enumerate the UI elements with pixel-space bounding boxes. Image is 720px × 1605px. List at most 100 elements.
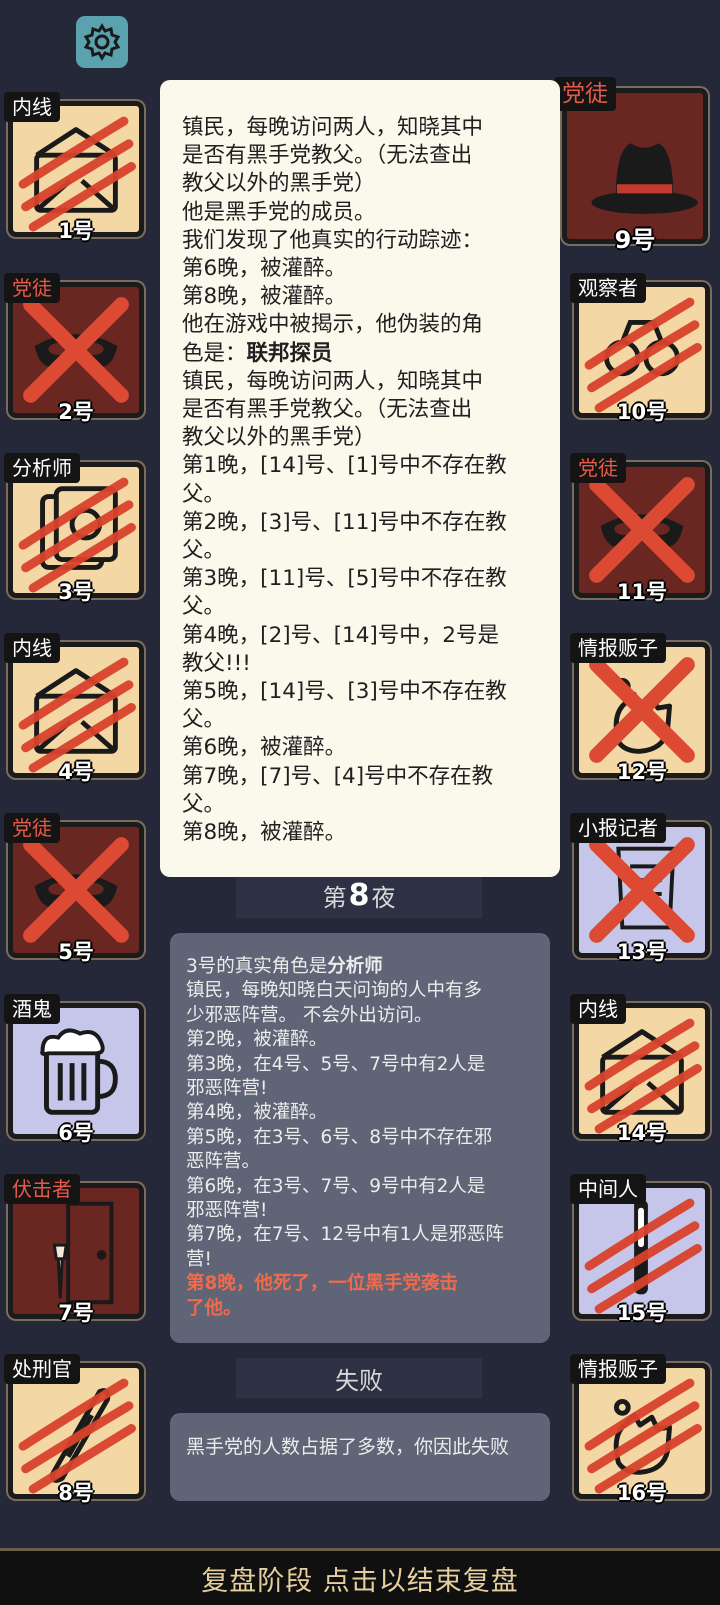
log-line: 恶阵营。 (186, 1151, 261, 1173)
player-card[interactable]: 内线 4号 (4, 633, 144, 784)
role-label: 酒鬼 (4, 994, 60, 1024)
role-label: 党徒 (570, 453, 626, 483)
popup-line: 父。 (182, 538, 226, 564)
player-card[interactable]: 党徒 2号 (4, 273, 144, 424)
popup-line: 第1晚，[14]号、[1]号中不存在教 (182, 453, 507, 479)
role-label: 情报贩子 (570, 1354, 666, 1384)
envelope-icon (584, 1018, 702, 1134)
role-label: 小报记者 (570, 813, 666, 843)
mask-icon (23, 297, 129, 403)
player-card[interactable]: 中间人 15号 (570, 1174, 710, 1325)
death-line: 了他。 (186, 1297, 242, 1319)
popup-line: 第8晚，被灌醉。 (182, 284, 347, 310)
player-card[interactable]: 分析师 3号 (4, 453, 144, 604)
night-suffix: 夜 (371, 883, 396, 912)
popup-line: 教父以外的黑手党） (182, 425, 376, 451)
player-card[interactable]: 党徒 5号 (4, 813, 144, 964)
envelope-icon (18, 657, 136, 773)
player-number: 9号 (614, 226, 656, 254)
log-line: 第4晚，被灌醉。 (186, 1102, 328, 1124)
player-card[interactable]: 观察者 10号 (570, 273, 710, 424)
death-notice: 第8晚，他死了，一位黑手党袭击 了他。 (186, 1272, 540, 1321)
binoculars-icon (584, 297, 702, 413)
popup-line: 教父以外的黑手党） (182, 171, 376, 197)
log-line: 镇民，每晚知晓白天问询的人中有多 (186, 980, 483, 1002)
player-number: 14号 (616, 1121, 668, 1145)
role-label: 党徒 (554, 77, 616, 111)
role-label: 内线 (4, 92, 60, 122)
role-label: 党徒 (4, 813, 60, 843)
player-card[interactable]: 情报贩子 16号 (570, 1354, 710, 1505)
result-title: 失败 (236, 1358, 482, 1398)
popup-line: 他是黑手党的成员。 (182, 199, 376, 225)
log-line: 第6晚，在3号、7号、9号中有2人是 (186, 1175, 486, 1197)
end-review-button[interactable]: 复盘阶段 点击以结束复盘 (0, 1548, 720, 1605)
player-number: 3号 (58, 580, 94, 604)
player-number: 7号 (58, 1301, 94, 1325)
result-text: 黑手党的人数占据了多数，你因此失败 (170, 1413, 550, 1501)
player-number: 13号 (616, 940, 668, 964)
hand-icon (589, 657, 695, 763)
player-card[interactable]: 酒鬼 6号 (4, 994, 144, 1145)
role-label: 处刑官 (4, 1354, 80, 1384)
popup-line: 父。 (182, 594, 226, 620)
log-title: 3号的真实角色是分析师 (186, 956, 383, 977)
role-label: 分析师 (4, 453, 80, 483)
log-line: 第2晚，被灌醉。 (186, 1029, 328, 1051)
log-line: 邪恶阵营! (186, 1200, 268, 1222)
player-card[interactable]: 党徒 11号 (570, 453, 710, 604)
gear-icon (83, 23, 121, 61)
popup-line: 镇民，每晚访问两人，知晓其中 (182, 115, 484, 140)
role-label: 情报贩子 (570, 633, 666, 663)
player-card[interactable]: 伏击者 7号 (4, 1174, 144, 1325)
log-line: 少邪恶阵营。 不会外出访问。 (186, 1004, 433, 1026)
role-detail-popup: 镇民，每晚访问两人，知晓其中 是否有黑手党教父。（无法查出 教父以外的黑手党） 他是黑… (160, 80, 560, 877)
pen-icon (584, 1198, 702, 1314)
role-label: 中间人 (570, 1174, 646, 1204)
player-number: 2号 (58, 400, 94, 424)
night-prefix: 第 (322, 883, 347, 912)
log-line: 第3晚，在4号、5号、7号中有2人是 (186, 1053, 486, 1075)
player-number: 1号 (58, 219, 94, 243)
death-line: 第8晚，他死了，一位黑手党袭击 (186, 1273, 458, 1295)
player-card[interactable]: 党徒 9号 (554, 77, 708, 254)
role-label: 观察者 (570, 273, 646, 303)
popup-line: 是否有黑手党教父。（无法查出 (182, 397, 473, 423)
player-number: 11号 (616, 580, 668, 604)
popup-line: 我们发现了他真实的行动踪迹： (182, 227, 484, 253)
settings-button[interactable] (76, 16, 128, 68)
role-label: 内线 (4, 633, 60, 663)
role-label: 伏击者 (4, 1174, 80, 1204)
player-card[interactable]: 内线 1号 (4, 92, 144, 243)
log-line: 第7晚，在7号、12号中有1人是邪恶阵 (186, 1224, 504, 1246)
scroll-icon (18, 1378, 136, 1494)
player-number: 10号 (616, 400, 668, 424)
player-card[interactable]: 处刑官 8号 (4, 1354, 144, 1505)
popup-line: 第5晚，[14]号、[3]号中不存在教 (182, 679, 507, 705)
player-card[interactable]: 情报贩子 12号 (570, 633, 710, 784)
beer-icon (40, 1028, 118, 1115)
hand-icon (584, 1378, 702, 1494)
player-number: 8号 (58, 1481, 94, 1505)
player-card[interactable]: 小报记者 13号 (570, 813, 710, 964)
player-number: 16号 (616, 1481, 668, 1505)
popup-line: 父。 (182, 791, 226, 817)
popup-line: 父。 (182, 481, 226, 507)
disguise-role: 联邦探员 (246, 340, 333, 366)
popup-line: 第6晚，被灌醉。 (182, 256, 347, 282)
popup-line: 他在游戏中被揭示，他伪装的角 (182, 312, 484, 338)
player-number: 4号 (58, 760, 94, 784)
mask-icon (23, 837, 129, 943)
log-line: 营! (186, 1248, 212, 1270)
player-card[interactable]: 内线 14号 (570, 994, 710, 1145)
popup-line: 父。 (182, 707, 226, 733)
player-number: 5号 (58, 940, 94, 964)
log-line: 邪恶阵营! (186, 1078, 268, 1100)
popup-line: 第7晚，[7]号、[4]号中不存在教 (182, 763, 494, 789)
night-number: 8 (348, 877, 370, 913)
popup-line: 是否有黑手党教父。（无法查出 (182, 143, 473, 169)
popup-line: 镇民，每晚访问两人，知晓其中 (182, 368, 484, 394)
fedora-hat-icon (591, 143, 698, 214)
popup-line: 教父!!! (182, 650, 251, 676)
papers-icon (18, 477, 136, 593)
